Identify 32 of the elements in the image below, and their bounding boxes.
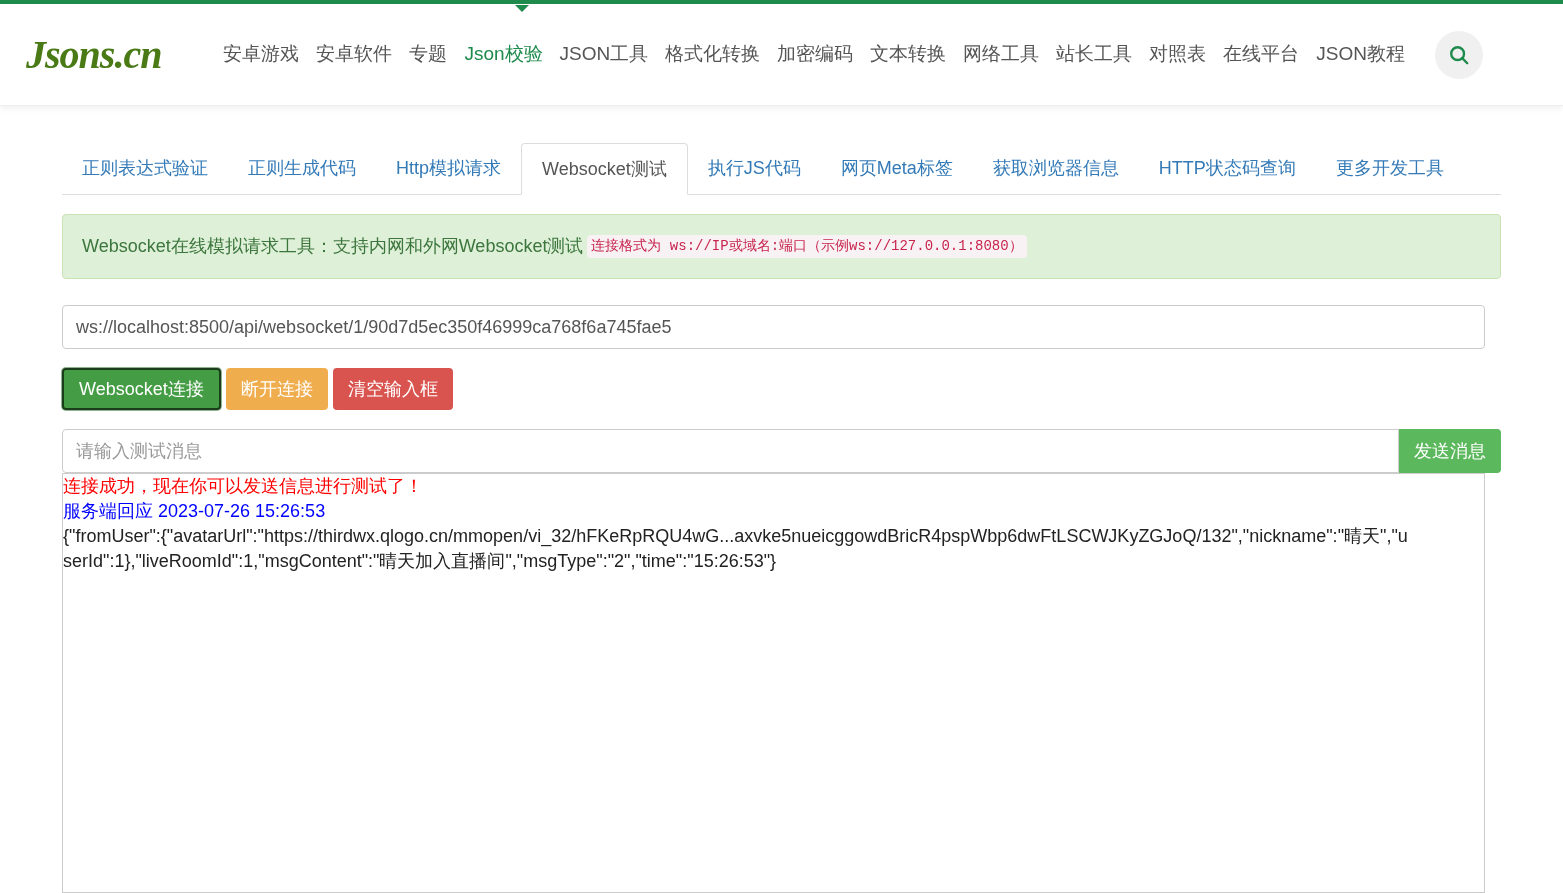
message-input-field[interactable]: 请输入测试消息 (62, 429, 1399, 473)
tab[interactable]: 网页Meta标签 (820, 143, 973, 194)
nav-link[interactable]: 对照表 (1149, 40, 1207, 69)
tab[interactable]: Http模拟请求 (376, 143, 521, 194)
tab[interactable]: 正则生成代码 (228, 143, 376, 194)
format-code: 连接格式为 ws://IP或域名:端口（示例ws://127.0.0.1:8080） (587, 235, 1027, 258)
site-logo[interactable]: Jsons.cn (26, 24, 162, 85)
nav-link[interactable]: 加密编码 (777, 40, 854, 69)
log-line: {"fromUser":{"avatarUrl":"https://thirdwx.qlogo.cn/mmopen/vi_32/hFKeRpRQU4wG...axvke5nueicggowdBricR4pspWbp6dwFtLSCWJKyZGJoQ/132","nickname":"晴天","userId":1},"liveRoomId":1,"msgContent":"晴天加入直播间","msgType":"2","time":"15:26:53"} (63, 525, 1409, 573)
tab[interactable]: 更多开发工具 (1315, 143, 1464, 194)
log-line: 连接成功，现在你可以发送信息进行测试了！ (63, 475, 424, 498)
action-button[interactable]: 清空输入框 (332, 368, 453, 410)
nav-link[interactable]: 安卓软件 (316, 40, 393, 69)
nav-link[interactable]: 站长工具 (1056, 40, 1133, 69)
nav-link[interactable]: 专题 (409, 40, 448, 69)
nav-link[interactable]: 网络工具 (963, 40, 1040, 69)
nav-link[interactable]: JSON教程 (1316, 40, 1405, 69)
nav-link[interactable]: JSON工具 (559, 40, 649, 69)
tab[interactable]: 获取浏览器信息 (972, 143, 1139, 194)
log-line: 服务端回应 2023-07-26 15:26:53 (63, 500, 327, 523)
nav-link[interactable]: 安卓游戏 (223, 40, 300, 69)
nav-link[interactable]: 文本转换 (870, 40, 947, 69)
tab[interactable]: 正则表达式验证 (62, 143, 228, 194)
tab[interactable]: HTTP状态码查询 (1138, 143, 1316, 194)
nav-link[interactable]: Json校验 (464, 40, 543, 69)
tab[interactable]: Websocket测试 (521, 143, 688, 195)
tab[interactable]: 执行JS代码 (687, 143, 821, 194)
url-input-field[interactable]: ws://localhost:8500/api/websocket/1/90d7d5ec350f46999ca768f6a745fae5 (62, 305, 1485, 349)
nav-link[interactable]: 格式化转换 (665, 40, 761, 69)
search-icon (1447, 43, 1470, 66)
alert-text: Websocket在线模拟请求工具：支持内网和外网Websocket测试 (82, 235, 584, 258)
nav-link[interactable]: 在线平台 (1223, 40, 1300, 69)
